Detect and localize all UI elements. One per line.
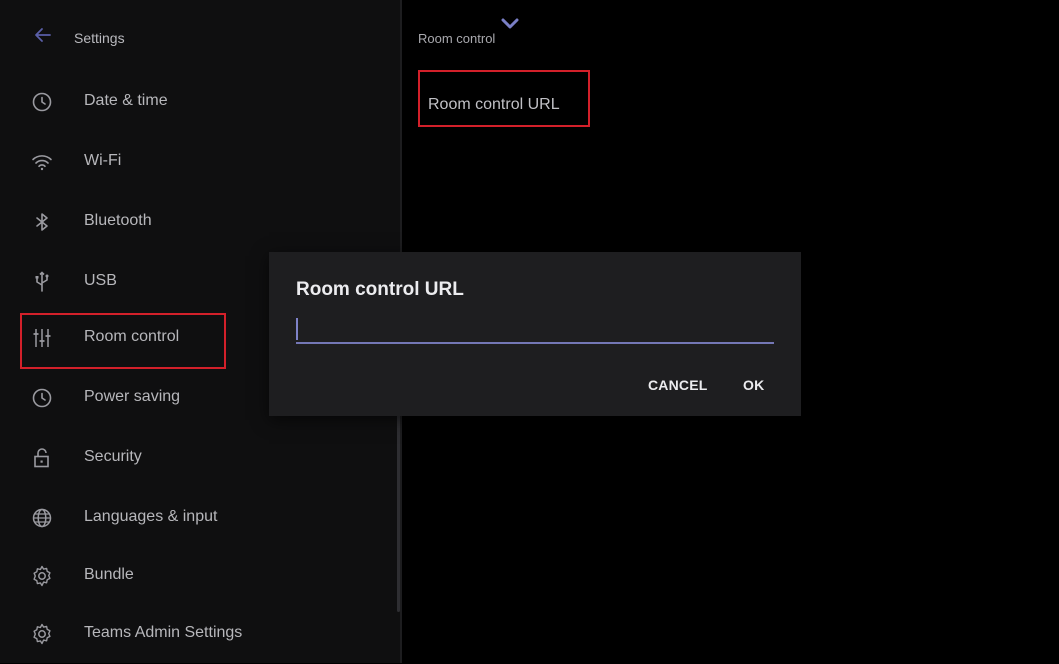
- sidebar-item-label: USB: [84, 272, 117, 289]
- sidebar-item-label: Languages & input: [84, 508, 218, 525]
- usb-icon: [30, 270, 54, 294]
- gear-icon: [30, 564, 54, 588]
- sidebar-item-label: Power saving: [84, 388, 181, 405]
- gear-icon: [30, 622, 54, 646]
- sidebar-item-teams-admin-settings[interactable]: Teams Admin Settings: [0, 604, 400, 664]
- dialog-title: Room control URL: [296, 279, 464, 300]
- sidebar-item-security[interactable]: Security: [0, 428, 400, 488]
- highlight-box-room-control: [20, 313, 226, 369]
- text-caret: [296, 318, 298, 340]
- sidebar-item-bundle[interactable]: Bundle: [0, 546, 400, 606]
- highlight-box-room-control-url: [418, 70, 590, 127]
- bluetooth-icon: [30, 210, 54, 234]
- sidebar-item-label: Bluetooth: [84, 212, 152, 229]
- sidebar-item-label: Teams Admin Settings: [84, 624, 243, 641]
- sidebar-title: Settings: [74, 30, 125, 46]
- sidebar-item-label: Security: [84, 448, 142, 465]
- cancel-button[interactable]: CANCEL: [648, 377, 708, 393]
- sidebar-item-wifi[interactable]: Wi-Fi: [0, 132, 400, 192]
- room-control-url-dialog: Room control URL CANCEL OK: [269, 252, 801, 416]
- sidebar-item-label: Wi-Fi: [84, 152, 122, 169]
- clock-icon: [30, 90, 54, 114]
- sidebar-scrollbar[interactable]: [397, 414, 400, 612]
- detail-title: Room control: [418, 31, 496, 46]
- sidebar-item-date-time[interactable]: Date & time: [0, 72, 400, 132]
- room-control-url-input[interactable]: [296, 314, 774, 344]
- wifi-icon: [30, 150, 54, 174]
- sidebar-item-label: Bundle: [84, 566, 134, 583]
- chevron-down-icon[interactable]: [498, 16, 522, 32]
- globe-icon: [30, 506, 54, 530]
- clock-icon: [30, 386, 54, 410]
- ok-button[interactable]: OK: [743, 377, 764, 393]
- sidebar-item-label: Date & time: [84, 92, 168, 109]
- sidebar-item-languages-input[interactable]: Languages & input: [0, 488, 400, 548]
- sidebar-header: Settings: [0, 18, 400, 58]
- back-arrow-icon[interactable]: [34, 26, 52, 44]
- sidebar-item-bluetooth[interactable]: Bluetooth: [0, 192, 400, 252]
- unlock-icon: [30, 446, 54, 470]
